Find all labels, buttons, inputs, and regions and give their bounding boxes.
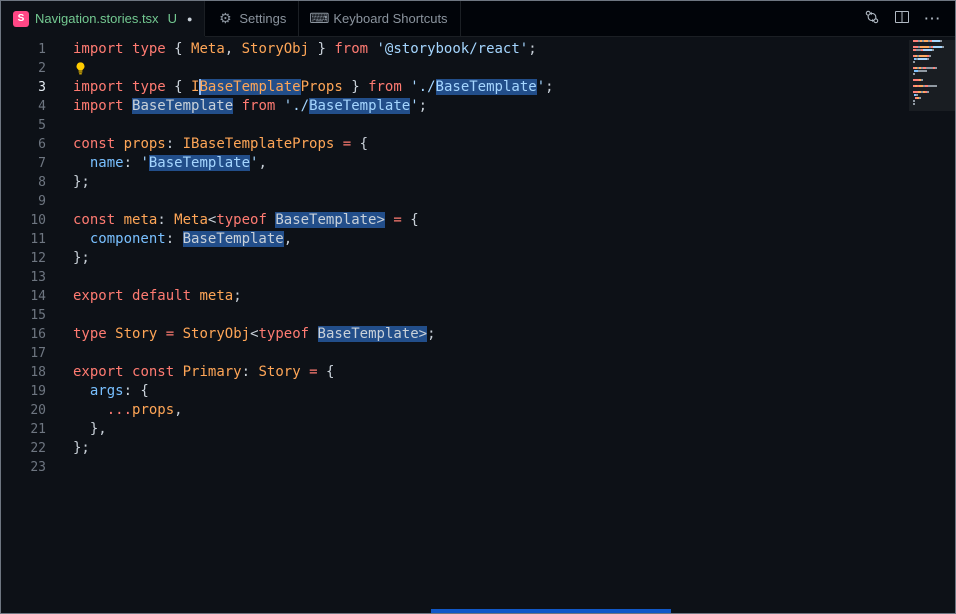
vscode-window: S Navigation.stories.tsx U ● ⚙ Settings ⌨ Keybo… bbox=[0, 0, 956, 614]
line-number[interactable]: 21 bbox=[1, 420, 46, 439]
open-changes-button[interactable] bbox=[859, 6, 885, 32]
code-line-text[interactable]: component: BaseTemplate, bbox=[46, 231, 292, 247]
line-number[interactable]: 23 bbox=[1, 458, 46, 477]
line-number[interactable]: 4 bbox=[1, 97, 46, 116]
code-line[interactable]: 3 import type { IBaseTemplateProps } from… bbox=[1, 78, 955, 97]
code-line-text[interactable]: args: { bbox=[46, 383, 149, 399]
line-number[interactable]: 5 bbox=[1, 116, 46, 135]
line-number[interactable]: 6 bbox=[1, 135, 46, 154]
line-number[interactable]: 3 bbox=[1, 78, 46, 97]
storybook-icon: S bbox=[13, 10, 29, 27]
code-line[interactable]: 10 const meta: Meta<typeof BaseTemplate> … bbox=[1, 211, 955, 230]
code-line-text[interactable] bbox=[46, 269, 73, 285]
line-number[interactable]: 1 bbox=[1, 40, 46, 59]
line-number[interactable]: 17 bbox=[1, 344, 46, 363]
code-line-text[interactable] bbox=[46, 307, 73, 323]
code-line-text[interactable]: }, bbox=[46, 421, 107, 437]
code-line[interactable]: 4 import BaseTemplate from './BaseTemplat… bbox=[1, 97, 955, 116]
code-area[interactable]: 1 import type { Meta, StoryObj } from '@s… bbox=[1, 38, 955, 477]
code-line[interactable]: 5 bbox=[1, 116, 955, 135]
more-actions-button[interactable]: ⋯ bbox=[919, 6, 945, 32]
line-number[interactable]: 10 bbox=[1, 211, 46, 230]
tab-strip: S Navigation.stories.tsx U ● ⚙ Settings ⌨ Keybo… bbox=[1, 1, 461, 36]
tab-keyboard-shortcuts[interactable]: ⌨ Keyboard Shortcuts bbox=[299, 1, 461, 36]
line-number[interactable]: 16 bbox=[1, 325, 46, 344]
code-line[interactable]: 17 bbox=[1, 344, 955, 363]
minimap-slider[interactable] bbox=[909, 40, 955, 111]
code-line[interactable]: 1 import type { Meta, StoryObj } from '@s… bbox=[1, 40, 955, 59]
git-status-badge: U bbox=[167, 11, 177, 26]
line-number[interactable]: 9 bbox=[1, 192, 46, 211]
code-line-text[interactable]: }; bbox=[46, 250, 90, 266]
line-number[interactable]: 20 bbox=[1, 401, 46, 420]
editor-actions: ⋯ bbox=[859, 1, 955, 36]
tab-label: Settings bbox=[239, 11, 287, 26]
lightbulb-icon[interactable] bbox=[73, 61, 88, 76]
code-line[interactable]: 7 name: 'BaseTemplate', bbox=[1, 154, 955, 173]
code-line[interactable]: 8}; bbox=[1, 173, 955, 192]
code-line-text[interactable]: export default meta; bbox=[46, 288, 242, 304]
code-line-text[interactable] bbox=[46, 60, 88, 76]
unsaved-indicator[interactable]: ● bbox=[187, 14, 192, 24]
code-line-text[interactable] bbox=[46, 193, 73, 209]
more-actions-icon: ⋯ bbox=[923, 9, 941, 28]
code-line-text[interactable]: type Story = StoryObj<typeof BaseTemplat… bbox=[46, 326, 436, 342]
line-number[interactable]: 7 bbox=[1, 154, 46, 173]
code-line-text[interactable]: const props: IBaseTemplateProps = { bbox=[46, 136, 368, 152]
tab-settings[interactable]: ⚙ Settings bbox=[205, 1, 300, 36]
line-number[interactable]: 22 bbox=[1, 439, 46, 458]
gear-icon: ⚙ bbox=[219, 10, 232, 26]
code-line-text[interactable] bbox=[46, 117, 73, 133]
line-number[interactable]: 11 bbox=[1, 230, 46, 249]
code-line[interactable]: 16 type Story = StoryObj<typeof BaseTempl… bbox=[1, 325, 955, 344]
tab-label: Navigation.stories.tsx bbox=[35, 11, 159, 26]
line-number[interactable]: 18 bbox=[1, 363, 46, 382]
line-number[interactable]: 2 bbox=[1, 59, 46, 78]
keyboard-icon: ⌨ bbox=[309, 10, 330, 26]
code-line[interactable]: 2 bbox=[1, 59, 955, 78]
split-editor-icon bbox=[894, 9, 910, 28]
code-line-text[interactable]: }; bbox=[46, 440, 90, 456]
code-line[interactable]: 11 component: BaseTemplate, bbox=[1, 230, 955, 249]
tab-label: Keyboard Shortcuts bbox=[333, 11, 448, 26]
minimap[interactable] bbox=[909, 40, 955, 111]
code-editor[interactable]: 1 import type { Meta, StoryObj } from '@s… bbox=[1, 38, 955, 613]
line-number[interactable]: 12 bbox=[1, 249, 46, 268]
editor-tab-bar: S Navigation.stories.tsx U ● ⚙ Settings ⌨ Keybo… bbox=[1, 1, 955, 37]
code-line-text[interactable]: name: 'BaseTemplate', bbox=[46, 155, 267, 171]
code-line-text[interactable]: import type { Meta, StoryObj } from '@st… bbox=[46, 41, 537, 57]
code-line[interactable]: 13 bbox=[1, 268, 955, 287]
line-number[interactable]: 19 bbox=[1, 382, 46, 401]
code-line-text[interactable]: import BaseTemplate from './BaseTemplate… bbox=[46, 98, 427, 114]
code-line-text[interactable] bbox=[46, 459, 73, 475]
code-line[interactable]: 22}; bbox=[1, 439, 955, 458]
code-line[interactable]: 9 bbox=[1, 192, 955, 211]
code-line[interactable]: 14 export default meta; bbox=[1, 287, 955, 306]
line-number[interactable]: 15 bbox=[1, 306, 46, 325]
code-line[interactable]: 15 bbox=[1, 306, 955, 325]
code-line-text[interactable]: }; bbox=[46, 174, 90, 190]
code-line-text[interactable]: import type { IBaseTemplateProps } from … bbox=[46, 79, 554, 95]
code-line-text[interactable]: ...props, bbox=[46, 402, 183, 418]
tab-navigation-stories[interactable]: S Navigation.stories.tsx U ● bbox=[1, 1, 206, 36]
code-line[interactable]: 21 }, bbox=[1, 420, 955, 439]
open-changes-icon bbox=[864, 9, 880, 28]
code-line-text[interactable]: export const Primary: Story = { bbox=[46, 364, 334, 380]
line-number[interactable]: 8 bbox=[1, 173, 46, 192]
code-line[interactable]: 12}; bbox=[1, 249, 955, 268]
code-line[interactable]: 6 const props: IBaseTemplateProps = { bbox=[1, 135, 955, 154]
code-line[interactable]: 20 ...props, bbox=[1, 401, 955, 420]
line-number[interactable]: 14 bbox=[1, 287, 46, 306]
bottom-progress-bar bbox=[431, 609, 671, 613]
split-editor-button[interactable] bbox=[889, 6, 915, 32]
code-line[interactable]: 23 bbox=[1, 458, 955, 477]
code-line[interactable]: 18 export const Primary: Story = { bbox=[1, 363, 955, 382]
code-line[interactable]: 19 args: { bbox=[1, 382, 955, 401]
line-number[interactable]: 13 bbox=[1, 268, 46, 287]
code-line-text[interactable] bbox=[46, 345, 73, 361]
code-line-text[interactable]: const meta: Meta<typeof BaseTemplate> = … bbox=[46, 212, 419, 228]
